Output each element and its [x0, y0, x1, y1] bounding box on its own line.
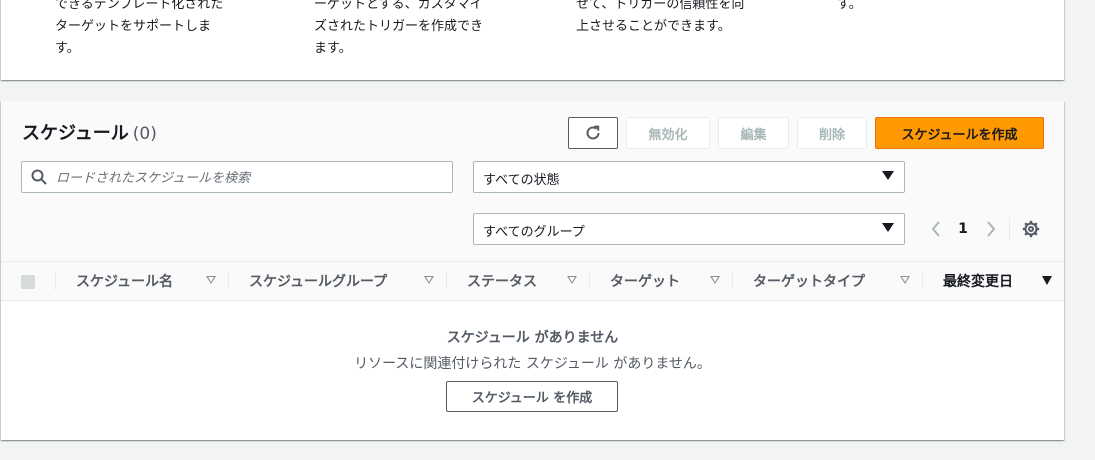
empty-state-title: スケジュール がありません [446, 330, 619, 346]
empty-create-schedule-button[interactable]: スケジュール を作成 [446, 381, 618, 412]
delete-button[interactable]: 削除 [797, 117, 867, 149]
page-title: スケジュール (0) [22, 119, 157, 145]
schedules-panel: スケジュール(0) 無効化 編集 削除 スケジュールを作成 すべての状態 すべて… [1, 101, 1064, 440]
settings-gear-icon[interactable] [1022, 220, 1040, 238]
schedules-title: スケジュール [22, 123, 129, 144]
column-header-target-type[interactable]: ターゲットタイプ [732, 262, 922, 300]
feature-3-text: せて、トリガーの信頼性を向 上させることができます。 [576, 0, 745, 34]
column-header-target[interactable]: ターゲット [589, 262, 732, 300]
edit-button[interactable]: 編集 [718, 117, 789, 149]
caret-down-icon [882, 171, 894, 180]
schedules-header: スケジュール(0) 無効化 編集 削除 スケジュールを作成 すべての状態 すべて… [1, 101, 1064, 261]
column-header-status[interactable]: ステータス [446, 262, 589, 300]
column-header-schedule-group[interactable]: スケジュールグループ [228, 262, 446, 300]
search-icon [31, 169, 47, 185]
next-page-button[interactable] [981, 213, 1001, 245]
status-filter-value: すべての状態 [483, 173, 560, 188]
page-number[interactable]: 1 [955, 213, 971, 245]
caret-down-icon [882, 223, 894, 232]
sort-descending-icon [1042, 276, 1052, 285]
select-all-checkbox[interactable] [21, 275, 35, 289]
sort-icon [710, 276, 720, 284]
empty-state-description: リソースに関連付けられた スケジュール がありません。 [354, 356, 711, 372]
sort-icon [900, 276, 910, 284]
column-header-last-modified[interactable]: 最終変更日 [922, 262, 1064, 300]
pagination-divider [1009, 217, 1010, 241]
group-filter-value: すべてのグループ [483, 225, 585, 240]
group-filter-select[interactable]: すべてのグループ [473, 213, 905, 245]
table-header: スケジュール名 スケジュールグループ ステータス ターゲット ターゲットタイプ … [1, 261, 1064, 301]
feature-1-text: できるテンプレート化された ターゲットをサポートしま す。 [55, 0, 224, 56]
schedules-count: (0) [132, 124, 157, 144]
previous-page-button[interactable] [926, 213, 946, 245]
chevron-left-icon [931, 221, 940, 237]
feature-4-text: す。 [837, 0, 862, 12]
sort-icon [424, 276, 434, 284]
refresh-button[interactable] [568, 117, 618, 149]
search-field[interactable] [21, 161, 453, 193]
feature-2-text: ーゲットとする、カスタマイ ズされたトリガーを作成でき ます。 [314, 0, 484, 56]
chevron-right-icon [987, 221, 996, 237]
features-panel: できるテンプレート化された ターゲットをサポートしま す。 ーゲットとする、カス… [1, 0, 1064, 80]
status-filter-select[interactable]: すべての状態 [473, 161, 905, 193]
sort-icon [206, 276, 216, 284]
column-header-schedule-name[interactable]: スケジュール名 [55, 262, 228, 300]
refresh-icon [586, 125, 600, 140]
search-input[interactable] [54, 166, 448, 190]
create-schedule-button[interactable]: スケジュールを作成 [875, 117, 1044, 149]
sort-icon [567, 276, 577, 284]
disable-button[interactable]: 無効化 [626, 117, 710, 149]
